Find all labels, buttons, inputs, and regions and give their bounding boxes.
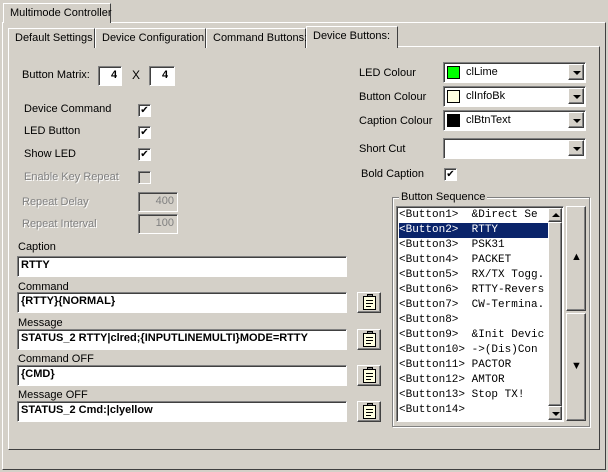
list-item[interactable]: <Button2> RTTY [399, 223, 549, 238]
command-input[interactable]: {RTTY}{NORMAL} [17, 292, 347, 313]
message-browse-button[interactable] [357, 329, 381, 350]
scroll-down-button[interactable] [548, 406, 562, 420]
led-colour-value: clLime [466, 66, 498, 78]
device-command-label: Device Command [24, 103, 112, 115]
clipboard-icon [363, 403, 376, 419]
led-colour-swatch [447, 66, 460, 79]
list-item[interactable]: <Button8> [399, 313, 549, 328]
scroll-up-button[interactable] [548, 208, 562, 222]
list-item[interactable]: <Button11> PACTOR [399, 358, 549, 373]
move-up-button[interactable]: ▲ [566, 206, 586, 311]
caption-colour-value: clBtnText [466, 114, 511, 126]
button-colour-label: Button Colour [359, 91, 427, 103]
tab-device-configuration[interactable]: Device Configuration [95, 28, 206, 48]
button-colour-swatch [447, 90, 460, 103]
message-label: Message [18, 317, 63, 329]
list-scrollbar[interactable] [548, 208, 562, 420]
message-off-value: STATUS_2 Cmd:|clyellow [21, 404, 153, 416]
show-led-checkbox[interactable]: ✔ [138, 148, 151, 161]
repeat-interval-label: Repeat Interval [22, 218, 97, 230]
button-matrix-cols-value: 4 [162, 69, 169, 81]
tab-device-configuration-label: Device Configuration [102, 32, 205, 44]
list-item[interactable]: <Button10> ->(Dis)Con [399, 343, 549, 358]
list-item[interactable]: <Button5> RX/TX Togg. [399, 268, 549, 283]
led-colour-label: LED Colour [359, 67, 416, 79]
repeat-interval-input[interactable]: 100 [138, 214, 178, 234]
button-sequence-label: Button Sequence [399, 191, 488, 203]
bold-caption-checkbox[interactable]: ✔ [444, 168, 457, 181]
caption-input[interactable]: RTTY [17, 256, 347, 277]
message-input[interactable]: STATUS_2 RTTY|clred;{INPUTLINEMULTI}MODE… [17, 329, 347, 350]
caption-colour-label: Caption Colour [359, 115, 433, 127]
button-sequence-list[interactable]: <Button1> &Direct Se <Button2> RTTY <Butto… [396, 206, 564, 422]
command-off-browse-button[interactable] [357, 365, 381, 386]
button-colour-value: clInfoBk [466, 90, 506, 102]
chevron-down-icon [552, 412, 560, 416]
command-off-value: {CMD} [21, 368, 55, 380]
tab-command-buttons-label: Command Buttons: [213, 32, 308, 44]
bold-caption-label: Bold Caption [361, 168, 424, 180]
message-off-browse-button[interactable] [357, 401, 381, 422]
list-item[interactable]: <Button4> PACKET [399, 253, 549, 268]
button-matrix-x: X [132, 68, 141, 82]
led-colour-select[interactable]: clLime [443, 62, 586, 83]
enable-key-repeat-label: Enable Key Repeat [24, 171, 119, 183]
list-item[interactable]: <Button3> PSK31 [399, 238, 549, 253]
message-value: STATUS_2 RTTY|clred;{INPUTLINEMULTI}MODE… [21, 332, 308, 344]
short-cut-label: Short Cut [359, 143, 406, 155]
tab-command-buttons[interactable]: Command Buttons: [206, 28, 308, 48]
enable-key-repeat-checkbox[interactable] [138, 171, 151, 184]
command-browse-button[interactable] [357, 292, 381, 313]
caption-colour-swatch [447, 114, 460, 127]
command-off-label: Command OFF [18, 353, 94, 365]
command-value: {RTTY}{NORMAL} [21, 295, 116, 307]
tab-device-buttons-label: Device Buttons: [313, 30, 391, 42]
clipboard-icon [363, 367, 376, 383]
list-item[interactable]: <Button1> &Direct Se [399, 208, 549, 223]
list-item[interactable]: <Button9> &Init Devic [399, 328, 549, 343]
repeat-interval-value: 100 [155, 217, 174, 229]
tab-label: Multimode Controller [10, 7, 112, 19]
list-item[interactable]: <Button7> CW-Termina. [399, 298, 549, 313]
tab-default-settings[interactable]: Default Settings [8, 28, 95, 48]
list-item[interactable]: <Button14> [399, 403, 549, 418]
tab-multimode-controller[interactable]: Multimode Controller [3, 3, 111, 23]
chevron-up-icon [552, 213, 560, 217]
list-item[interactable]: <Button13> Stop TX! [399, 388, 549, 403]
led-button-checkbox[interactable]: ✔ [138, 126, 151, 139]
move-down-button[interactable]: ▼ [566, 313, 586, 421]
short-cut-select[interactable] [443, 138, 586, 159]
caption-colour-select[interactable]: clBtnText [443, 110, 586, 131]
button-colour-select[interactable]: clInfoBk [443, 86, 586, 107]
triangle-up-icon: ▲ [571, 251, 582, 263]
repeat-delay-label: Repeat Delay [22, 196, 89, 208]
scroll-thumb[interactable] [548, 222, 562, 406]
show-led-label: Show LED [24, 148, 76, 160]
caption-value: RTTY [21, 259, 50, 271]
tab-device-buttons[interactable]: Device Buttons: [306, 26, 398, 48]
list-item[interactable]: <Button6> RTTY-Revers [399, 283, 549, 298]
message-off-label: Message OFF [18, 389, 88, 401]
led-button-label: LED Button [24, 125, 81, 137]
chevron-down-icon[interactable] [568, 140, 584, 156]
message-off-input[interactable]: STATUS_2 Cmd:|clyellow [17, 401, 347, 422]
triangle-down-icon: ▼ [571, 360, 582, 372]
button-matrix-rows-input[interactable]: 4 [98, 66, 122, 86]
chevron-down-icon[interactable] [568, 112, 584, 128]
button-matrix-rows-value: 4 [111, 69, 118, 81]
button-matrix-label: Button Matrix: [22, 69, 90, 81]
button-matrix-cols-input[interactable]: 4 [149, 66, 175, 86]
clipboard-icon [363, 331, 376, 347]
caption-label: Caption [18, 241, 56, 253]
chevron-down-icon[interactable] [568, 64, 584, 80]
chevron-down-icon[interactable] [568, 88, 584, 104]
repeat-delay-input[interactable]: 400 [138, 192, 178, 212]
list-item[interactable]: <Button12> AMTOR [399, 373, 549, 388]
repeat-delay-value: 400 [155, 195, 174, 207]
tab-default-settings-label: Default Settings [15, 32, 93, 44]
clipboard-icon [363, 294, 376, 310]
device-command-checkbox[interactable]: ✔ [138, 104, 151, 117]
command-off-input[interactable]: {CMD} [17, 365, 347, 386]
